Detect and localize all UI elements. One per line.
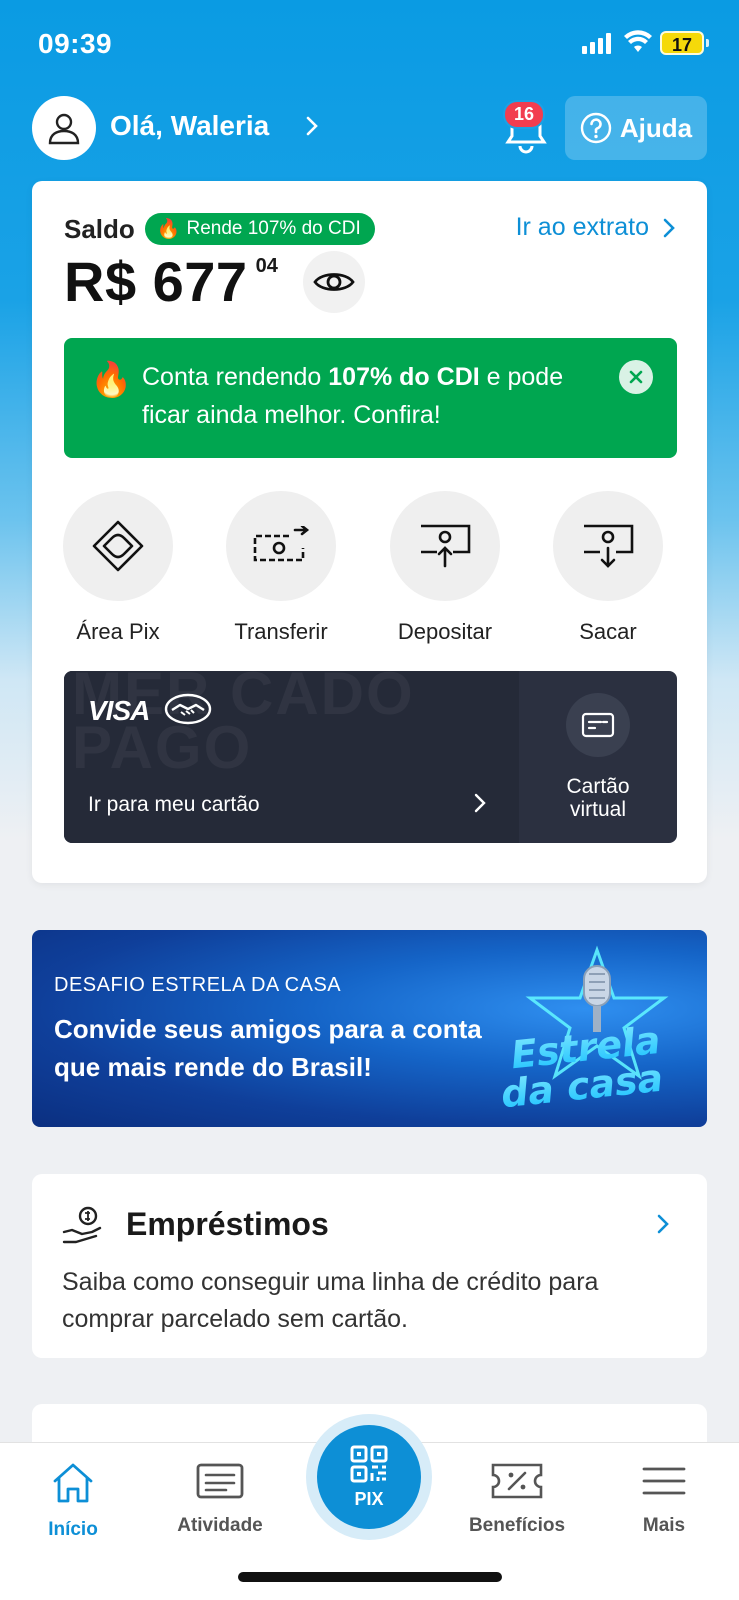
greeting-text: Olá, Waleria <box>110 110 270 141</box>
user-icon <box>48 113 80 145</box>
balance-amount-cents: 04 <box>255 255 278 277</box>
nav-activity-label: Atividade <box>177 1515 263 1536</box>
chevron-right-icon <box>663 218 675 237</box>
close-icon <box>629 370 643 384</box>
loans-description: Saiba como conseguir uma linha de crédit… <box>62 1268 599 1333</box>
action-label: Área Pix <box>76 619 160 644</box>
balance-header: Saldo 🔥 Rende 107% do CDI <box>64 213 375 245</box>
yield-badge: 🔥 Rende 107% do CDI <box>144 213 375 245</box>
challenge-banner[interactable]: DESAFIO ESTRELA DA CASA Convide seus ami… <box>32 930 707 1127</box>
pix-icon <box>92 520 144 572</box>
wifi-icon <box>624 30 652 52</box>
transfer-icon <box>253 526 310 562</box>
fire-icon: 🔥 <box>156 219 181 240</box>
help-button[interactable]: Ajuda <box>565 96 707 160</box>
notification-badge: 16 <box>503 100 546 129</box>
action-transfer[interactable]: Transferir <box>201 491 361 645</box>
yield-badge-text: Rende 107% do CDI <box>186 218 361 239</box>
action-withdraw[interactable]: Sacar <box>528 491 688 645</box>
nav-home-label: Início <box>48 1519 98 1540</box>
promo-text-start: Conta rendendo <box>142 363 329 391</box>
nav-home[interactable]: Início <box>13 1461 133 1541</box>
virtual-card-circle <box>566 693 630 757</box>
avatar[interactable] <box>32 96 96 160</box>
toggle-balance-visibility-button[interactable] <box>303 251 365 313</box>
action-deposit-circle <box>390 491 500 601</box>
loans-title: Empréstimos <box>126 1206 329 1242</box>
virtual-card-button[interactable]: Cartão virtual <box>519 671 677 843</box>
credit-card-section: MER CADO PAGO VISA Ir para meu cartão Ca… <box>64 671 677 843</box>
statement-link-label: Ir ao extrato <box>515 213 649 241</box>
battery-icon: 17 <box>660 31 704 55</box>
chevron-right-icon <box>306 116 319 136</box>
chevron-right-icon <box>657 1214 669 1234</box>
visa-logo: VISA <box>88 695 150 726</box>
action-label: Sacar <box>579 619 637 644</box>
activity-icon <box>196 1463 244 1499</box>
nav-more[interactable]: Mais <box>604 1461 724 1537</box>
action-label: Transferir <box>234 619 328 644</box>
action-deposit[interactable]: Depositar <box>365 491 525 645</box>
home-indicator <box>238 1572 502 1582</box>
virtual-card-label: Cartão virtual <box>566 775 630 821</box>
help-icon <box>580 112 612 144</box>
virtual-card-icon <box>581 712 615 738</box>
fire-icon: 🔥 <box>90 361 133 399</box>
menu-icon <box>642 1467 686 1495</box>
benefits-ticket-icon <box>491 1463 543 1499</box>
signal-icon <box>582 32 611 54</box>
loans-card[interactable]: Empréstimos Saiba como conseguir uma lin… <box>32 1174 707 1358</box>
qr-code-icon <box>350 1445 388 1482</box>
balance-card: Saldo 🔥 Rende 107% do CDI Ir ao extrato … <box>32 181 707 883</box>
home-icon <box>53 1463 93 1503</box>
greeting-link[interactable]: Olá, Waleria <box>110 110 319 142</box>
action-withdraw-circle <box>553 491 663 601</box>
withdraw-icon <box>584 524 634 568</box>
statement-link[interactable]: Ir ao extrato <box>516 213 675 242</box>
estrela-da-casa-logo: Estrela da casa <box>499 945 669 1116</box>
quick-actions: Área Pix Transferir Depositar Sacar <box>32 491 707 644</box>
banner-kicker: DESAFIO ESTRELA DA CASA <box>54 974 342 996</box>
balance-amount: R$ 677 04 <box>64 249 278 314</box>
battery-tip <box>706 39 709 47</box>
eye-icon <box>313 273 355 291</box>
nav-more-label: Mais <box>642 1515 686 1536</box>
chevron-right-icon <box>474 793 486 813</box>
status-bar: 09:39 17 <box>0 0 739 88</box>
go-to-card-label: Ir para meu cartão <box>88 793 260 816</box>
app-header: Olá, Waleria Ajuda <box>0 96 739 160</box>
balance-label: Saldo <box>64 213 135 244</box>
nav-pix-button[interactable]: PIX <box>317 1425 421 1529</box>
close-promo-button[interactable] <box>619 360 653 394</box>
action-pix-circle <box>63 491 173 601</box>
action-label: Depositar <box>397 619 493 644</box>
nav-benefits-label: Benefícios <box>468 1515 566 1536</box>
nav-activity[interactable]: Atividade <box>160 1461 280 1537</box>
mercado-pago-logo-icon <box>164 693 212 725</box>
nav-benefits[interactable]: Benefícios <box>457 1461 577 1537</box>
help-label: Ajuda <box>619 112 693 143</box>
deposit-icon <box>421 524 471 568</box>
status-time: 09:39 <box>38 28 113 59</box>
loan-hand-coin-icon <box>62 1206 102 1244</box>
promo-text-bold: 107% do CDI <box>328 363 480 391</box>
yield-promo-banner[interactable]: 🔥 Conta rendendo 107% do CDI e pode fica… <box>64 338 677 458</box>
yield-promo-text: Conta rendendo 107% do CDI e pode ficar … <box>142 358 612 434</box>
balance-amount-main: R$ 677 <box>64 250 248 313</box>
action-transfer-circle <box>226 491 336 601</box>
banner-headline: Convide seus amigos para a conta que mai… <box>54 1014 482 1082</box>
action-pix-area[interactable]: Área Pix <box>38 491 198 645</box>
go-to-card-button[interactable]: MER CADO PAGO VISA Ir para meu cartão <box>64 671 519 843</box>
nav-pix-label: PIX <box>354 1488 384 1509</box>
